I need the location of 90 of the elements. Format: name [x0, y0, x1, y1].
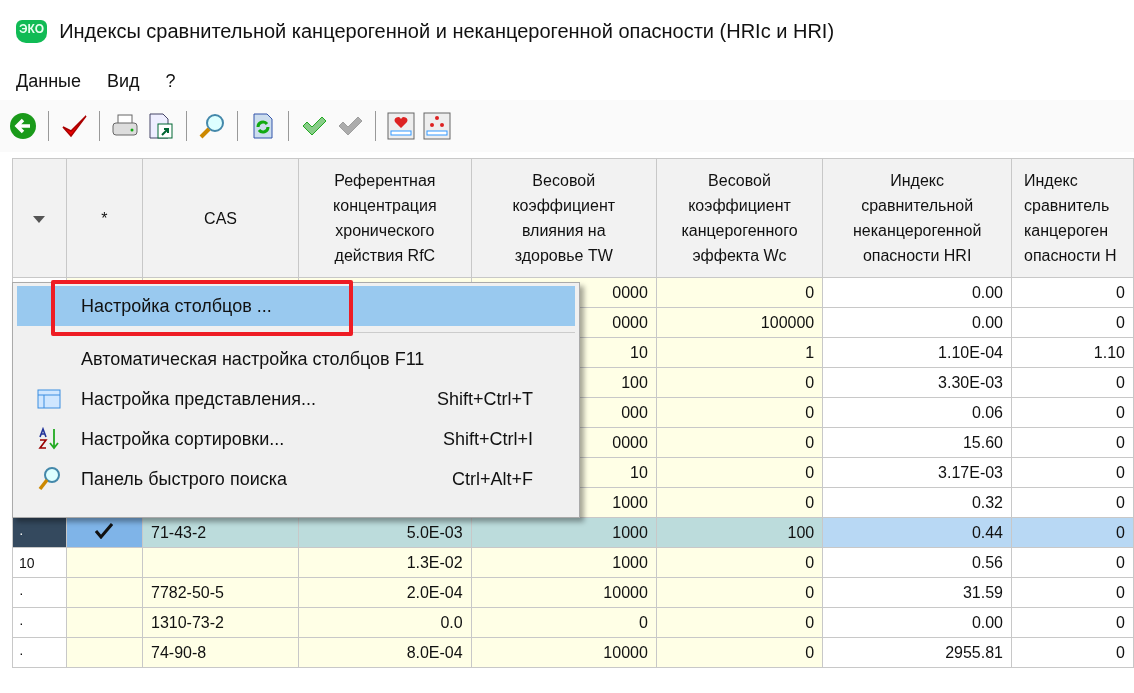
- table-cell: 0: [1116, 493, 1125, 511]
- column-header[interactable]: Референтная концентрация хронического действия RfC: [298, 158, 472, 278]
- menu-item[interactable]: Данные: [16, 70, 82, 92]
- search-icon[interactable]: [197, 111, 227, 141]
- menu-item[interactable]: Настройка представления... Shift+Ctrl+T: [17, 379, 575, 419]
- table-cell: 0: [805, 493, 815, 511]
- table-cell: 000: [621, 403, 648, 421]
- table-cell: 0: [805, 643, 815, 661]
- column-header[interactable]: CAS: [142, 158, 299, 278]
- table-cell: 10: [630, 343, 648, 361]
- app-logo: ЭКО: [16, 19, 48, 43]
- table-cell: 8.0E-04: [406, 643, 463, 661]
- column-header[interactable]: Индекс сравнительной неканцерогенной опасности HRI: [822, 158, 1012, 278]
- table-cell: 1.10E-04: [938, 343, 1003, 361]
- table-cell: 0: [1116, 403, 1125, 421]
- row-indicator[interactable]: ·: [19, 584, 24, 601]
- table-cell: 0.00: [971, 313, 1003, 331]
- table-cell: 15.60: [962, 433, 1003, 451]
- table-cell: 0000: [612, 433, 648, 451]
- table-cell: 0: [805, 613, 815, 631]
- table-cell: 2955.81: [945, 643, 1003, 661]
- menu-item[interactable]: Настройка столбцов ...: [17, 286, 575, 326]
- search-icon: [37, 466, 61, 492]
- row-indicator[interactable]: ·: [19, 644, 24, 661]
- table-cell: 0000: [612, 313, 648, 331]
- table-cell: 0: [1116, 643, 1125, 661]
- table-cell: 1.3E-02: [406, 553, 463, 571]
- table-cell: 0: [638, 613, 648, 631]
- table-cell: 0: [805, 553, 815, 571]
- table-cell: 0: [805, 283, 815, 301]
- menu-item[interactable]: Настройка сортировки... Shift+Ctrl+I: [17, 419, 575, 459]
- table-cell: 7782-50-5: [151, 583, 224, 601]
- column-header[interactable]: *: [66, 158, 143, 278]
- table-cell: 10000: [603, 583, 648, 601]
- menu-item[interactable]: ?: [165, 70, 176, 92]
- table-cell: 1: [805, 343, 815, 361]
- menu-item[interactable]: Панель быстрого поиска Ctrl+Alt+F: [17, 459, 575, 499]
- menu-item[interactable]: Вид: [107, 70, 140, 92]
- table-cell: 1000: [612, 493, 648, 511]
- table-cell: 2.0E-04: [406, 583, 463, 601]
- table-cell: 3.17E-03: [938, 463, 1003, 481]
- table-cell: 3.30E-03: [938, 373, 1003, 391]
- table-cell: 0.32: [971, 493, 1003, 511]
- table-cell: 0: [1116, 583, 1125, 601]
- table-cell: 100: [621, 373, 648, 391]
- column-header[interactable]: Весовой коэффициент влияния на здоровье TW: [471, 158, 657, 278]
- table-cell: 71-43-2: [151, 523, 207, 541]
- table-cell: 31.59: [962, 583, 1003, 601]
- table-cell: 0.00: [971, 613, 1003, 631]
- table-cell: 74-90-8: [151, 643, 207, 661]
- row-indicator[interactable]: ·: [19, 614, 24, 631]
- dropdown-arrow-icon[interactable]: [33, 215, 46, 224]
- table-cell: 0: [1116, 433, 1125, 451]
- table-cell: 0: [805, 373, 815, 391]
- table-cell: 0: [1116, 523, 1125, 541]
- table-cell: 0: [1116, 373, 1125, 391]
- table-cell: 0: [805, 463, 815, 481]
- table-cell: 0000: [612, 283, 648, 301]
- table-cell: 10: [630, 463, 648, 481]
- column-header[interactable]: Весовой коэффициент канцерогенного эффекта Wc: [656, 158, 823, 278]
- table-cell: 0.00: [971, 283, 1003, 301]
- table-cell: 1310-73-2: [151, 613, 224, 631]
- sort-icon: [37, 427, 61, 451]
- table-icon: [37, 389, 61, 409]
- menu-item[interactable]: Автоматическая настройка столбцов F11: [17, 339, 575, 379]
- table-cell: 0: [805, 433, 815, 451]
- back-icon[interactable]: [8, 111, 38, 141]
- table-cell: 1000: [612, 553, 648, 571]
- row-indicator[interactable]: 10: [19, 554, 35, 571]
- table-cell: 100000: [760, 313, 815, 331]
- table-cell: 0.06: [971, 403, 1003, 421]
- table-cell: 0: [1116, 553, 1125, 571]
- table-cell: 100: [787, 523, 815, 541]
- column-header[interactable]: Индекс сравнитель канцероген опасности Н: [1011, 158, 1134, 278]
- table-cell: 1.10: [1093, 343, 1125, 361]
- table-cell: 0: [1116, 313, 1125, 331]
- table-cell: 0: [805, 583, 815, 601]
- table-cell: 10000: [603, 643, 648, 661]
- window-title: Индексы сравнительной канцерогенной и неканцерогенной опасности (HRIc и HRI): [59, 19, 835, 43]
- table-cell: 0: [805, 403, 815, 421]
- table-cell: 0.44: [971, 523, 1003, 541]
- table-cell: 0: [1116, 283, 1125, 301]
- table-cell: 0: [1116, 463, 1125, 481]
- table-cell: 0: [1116, 613, 1125, 631]
- row-indicator[interactable]: ·: [19, 524, 24, 541]
- table-cell: 0.0: [440, 613, 463, 631]
- document-icon[interactable]: [146, 111, 176, 141]
- table-cell: 5.0E-03: [406, 523, 463, 541]
- table-cell: 0.56: [971, 553, 1003, 571]
- table-cell: 1000: [612, 523, 648, 541]
